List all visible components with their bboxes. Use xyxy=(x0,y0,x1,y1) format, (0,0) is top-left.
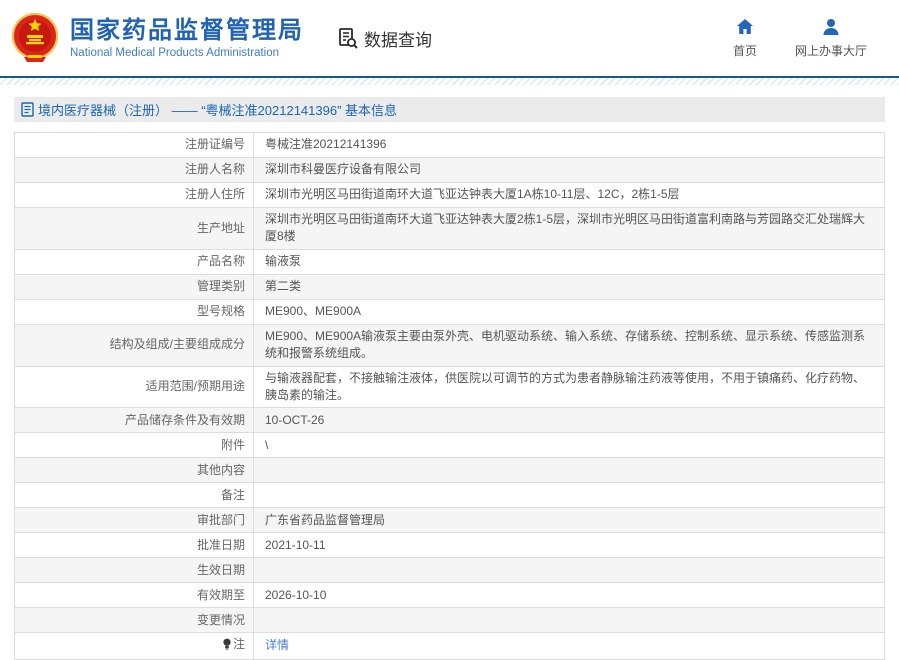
row-value: 详情 xyxy=(253,632,885,660)
table-row: 结构及组成/主要组成成分 ME900、ME900A输液泵主要由泵外壳、电机驱动系统… xyxy=(14,323,885,367)
header-nav-right: 首页 网上办事大厅 xyxy=(733,17,867,59)
detail-link[interactable]: 详情 xyxy=(265,638,289,652)
nav-data-query[interactable]: 数据查询 xyxy=(336,26,432,51)
table-row: 审批部门 广东省药品监督管理局 xyxy=(14,507,885,534)
table-row: 适用范围/预期用途 与输液器配套，不接触输注液体，供医院以可调节的方式为患者静脉输… xyxy=(14,365,885,409)
nav-home-label: 首页 xyxy=(732,44,757,58)
row-value: 2026-10-10 xyxy=(253,582,885,609)
row-value: 深圳市科曼医疗设备有限公司 xyxy=(253,157,885,183)
row-label: 审批部门 xyxy=(14,507,254,534)
nav-online-hall[interactable]: 网上办事大厅 xyxy=(795,17,867,59)
table-row: 注 详情 xyxy=(14,632,885,660)
table-row: 生效日期 xyxy=(14,557,885,584)
table-row: 备注 xyxy=(14,482,885,509)
main-content: 境内医疗器械（注册） —— “粤械注准20212141396” 基本信息 注册证… xyxy=(0,85,899,660)
nav-home[interactable]: 首页 xyxy=(733,17,757,59)
row-value: 10-OCT-26 xyxy=(253,407,885,434)
row-value xyxy=(253,482,885,509)
bulb-icon xyxy=(222,638,232,655)
row-value: 广东省药品监督管理局 xyxy=(253,507,885,534)
table-row: 其他内容 xyxy=(14,457,885,484)
data-query-label: 数据查询 xyxy=(364,30,432,50)
document-icon xyxy=(21,102,34,117)
row-label: 批准日期 xyxy=(14,532,254,559)
row-label: 结构及组成/主要组成成分 xyxy=(14,323,254,367)
row-value: 深圳市光明区马田街道南环大道飞亚达钟表大厦1A栋10-11层、12C，2栋1-5… xyxy=(253,182,885,208)
row-value: 深圳市光明区马田街道南环大道飞亚达钟表大厦2栋1-5层，深圳市光明区马田街道富利… xyxy=(253,207,885,250)
org-names: 国家药品监督管理局 National Medical Products Admi… xyxy=(70,17,304,59)
site-header: 国家药品监督管理局 National Medical Products Admi… xyxy=(0,0,899,76)
national-emblem-icon xyxy=(12,13,58,62)
section-title-bar: 境内医疗器械（注册） —— “粤械注准20212141396” 基本信息 xyxy=(14,97,885,122)
row-label: 型号规格 xyxy=(14,298,254,325)
table-row: 注册人住所 深圳市光明区马田街道南环大道飞亚达钟表大厦1A栋10-11层、12C，… xyxy=(14,182,885,208)
org-name-en: National Medical Products Administration xyxy=(70,46,280,59)
table-row: 产品名称 输液泵 xyxy=(14,248,885,275)
row-value xyxy=(253,457,885,484)
table-row: 附件 \ xyxy=(14,432,885,459)
row-value: \ xyxy=(253,432,885,459)
org-name-cn: 国家药品监督管理局 xyxy=(70,17,304,45)
table-row: 变更情况 xyxy=(14,607,885,634)
row-value: 粤械注准20212141396 xyxy=(253,132,885,158)
row-label: 有效期至 xyxy=(14,582,254,609)
table-row: 有效期至 2026-10-10 xyxy=(14,582,885,609)
hatch-band xyxy=(0,78,899,85)
row-value: 第二类 xyxy=(253,273,885,300)
row-label: 产品名称 xyxy=(14,248,254,275)
page-title: 境内医疗器械（注册） —— “粤械注准20212141396” 基本信息 xyxy=(38,103,398,118)
registration-table: 注册证编号 粤械注准20212141396 注册人名称 深圳市科曼医疗设备有限公司 … xyxy=(14,132,885,660)
row-value: ME900、ME900A输液泵主要由泵外壳、电机驱动系统、输入系统、存储系统、控… xyxy=(253,323,885,367)
table-row: 批准日期 2021-10-11 xyxy=(14,532,885,559)
row-label: 变更情况 xyxy=(14,607,254,634)
row-label: 附件 xyxy=(14,432,254,459)
table-row: 产品储存条件及有效期 10-OCT-26 xyxy=(14,407,885,434)
row-value xyxy=(253,607,885,634)
home-icon xyxy=(736,19,753,34)
row-label: 其他内容 xyxy=(14,457,254,484)
row-value: 输液泵 xyxy=(253,248,885,275)
row-label: 生产地址 xyxy=(14,207,254,250)
row-label: 管理类别 xyxy=(14,273,254,300)
site-logo[interactable]: 国家药品监督管理局 National Medical Products Admi… xyxy=(10,11,304,65)
data-query-icon xyxy=(339,28,358,49)
note-label-text: 注 xyxy=(232,637,245,652)
row-value xyxy=(253,557,885,584)
row-value: ME900、ME900A xyxy=(253,298,885,325)
row-value: 与输液器配套，不接触输注液体，供医院以可调节的方式为患者静脉输注药液等使用，不用… xyxy=(253,365,885,409)
table-row: 管理类别 第二类 xyxy=(14,273,885,300)
table-row: 注册证编号 粤械注准20212141396 xyxy=(14,132,885,158)
table-row: 注册人名称 深圳市科曼医疗设备有限公司 xyxy=(14,157,885,183)
row-label: 注册人名称 xyxy=(14,157,254,183)
row-label: 生效日期 xyxy=(14,557,254,584)
row-label: 注册证编号 xyxy=(14,132,254,158)
row-value: 2021-10-11 xyxy=(253,532,885,559)
user-icon xyxy=(823,19,839,35)
row-label: 产品储存条件及有效期 xyxy=(14,407,254,434)
table-row: 生产地址 深圳市光明区马田街道南环大道飞亚达钟表大厦2栋1-5层，深圳市光明区马田… xyxy=(14,207,885,250)
nav-online-hall-label: 网上办事大厅 xyxy=(794,44,867,58)
table-row: 型号规格 ME900、ME900A xyxy=(14,298,885,325)
row-label: 适用范围/预期用途 xyxy=(14,365,254,409)
row-label: 注 xyxy=(14,632,254,660)
row-label: 注册人住所 xyxy=(14,182,254,208)
row-label: 备注 xyxy=(14,482,254,509)
